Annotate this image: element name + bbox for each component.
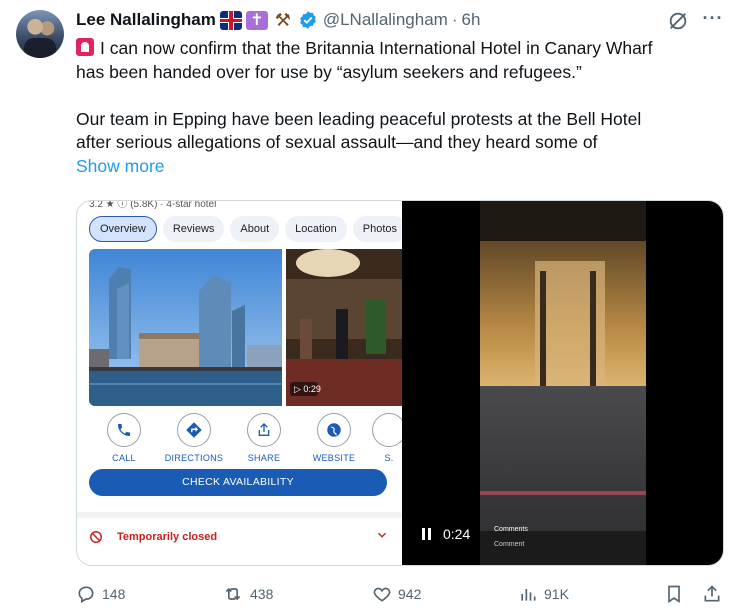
reply-icon <box>78 586 94 603</box>
video-frame: Comments Comment <box>480 201 646 565</box>
latin-cross-icon: ✝ <box>245 10 268 30</box>
tab-photos[interactable]: Photos <box>352 216 408 242</box>
tweet-line-1: I can now confirm that the Britannia Int… <box>100 38 653 58</box>
hotel-exterior-photo[interactable] <box>89 249 282 406</box>
video-elapsed-time: 0:24 <box>443 526 471 542</box>
bookmark-button[interactable] <box>664 580 690 608</box>
video-duration-label: ▷ 0:29 <box>294 384 321 394</box>
author-avatar[interactable] <box>16 10 64 58</box>
video-overlay-comments: Comments <box>494 526 528 533</box>
hotel-status-row[interactable]: Temporarily closed <box>89 525 389 549</box>
tweet-media[interactable]: 3.2 ★ ⓘ (5.8K) · 4-star hotel Overview R… <box>76 200 724 566</box>
card-divider <box>77 512 402 518</box>
tweet-action-bar: 148 438 942 91K <box>76 580 724 608</box>
grok-icon[interactable] <box>667 10 689 32</box>
globe-icon <box>317 413 351 447</box>
directions-label: DIRECTIONS <box>164 453 224 463</box>
like-button[interactable]: 942 <box>372 580 421 608</box>
like-count: 942 <box>398 586 422 602</box>
video-overlay-comment-input: Comment <box>494 541 525 548</box>
website-action[interactable]: WEBSITE <box>299 413 369 463</box>
reply-button[interactable]: 148 <box>76 580 125 608</box>
tab-reviews[interactable]: Reviews <box>162 216 225 242</box>
rotating-light-icon <box>76 38 94 56</box>
call-action[interactable]: CALL <box>89 413 159 463</box>
hotel-listing-screenshot[interactable]: 3.2 ★ ⓘ (5.8K) · 4-star hotel Overview R… <box>77 200 408 565</box>
separator-dot: · <box>451 10 458 29</box>
pause-icon[interactable] <box>422 528 431 540</box>
bookmark-icon <box>668 585 680 604</box>
reply-count: 148 <box>102 586 126 602</box>
show-more-link[interactable]: Show more <box>76 156 165 176</box>
directions-action[interactable]: DIRECTIONS <box>159 413 229 463</box>
save-icon <box>372 413 406 447</box>
view-count: 91K <box>544 586 569 602</box>
hotel-lobby-video-thumbnail[interactable]: ▷ 0:29 <box>286 249 402 406</box>
temporarily-closed-label: Temporarily closed <box>117 531 218 543</box>
tweet-line-2: has been handed over for use by “asylum … <box>76 61 582 82</box>
repost-count: 438 <box>250 586 274 602</box>
hotel-rating-line: 3.2 ★ ⓘ (5.8K) · 4-star hotel <box>89 200 217 210</box>
call-label: CALL <box>112 453 136 463</box>
share-icon <box>704 585 720 602</box>
share-action[interactable]: SHARE <box>229 413 299 463</box>
share-icon <box>247 413 281 447</box>
tab-about[interactable]: About <box>230 216 280 242</box>
directions-icon <box>177 413 211 447</box>
uk-flag-icon <box>219 10 242 30</box>
hotel-action-row: CALL DIRECTIONS SHARE WEBSITE S. <box>89 413 406 473</box>
website-label: WEBSITE <box>312 453 356 463</box>
views-icon <box>521 589 536 601</box>
share-label: SHARE <box>247 453 281 463</box>
protest-video[interactable]: Comments Comment 0:24 <box>402 201 723 565</box>
repost-button[interactable]: 438 <box>222 580 273 608</box>
author-name[interactable]: Lee Nallalingham <box>76 10 216 30</box>
tweet-timestamp[interactable]: 6h <box>462 10 481 30</box>
phone-icon <box>107 413 141 447</box>
tweet-line-3: Our team in Epping have been leading pea… <box>76 108 642 129</box>
verified-badge-icon[interactable] <box>298 10 318 30</box>
more-options-button[interactable]: ··· <box>700 8 726 30</box>
tweet-text: I can now confirm that the Britannia Int… <box>76 37 736 178</box>
hammer-and-pick-icon: ⚒ <box>274 9 291 30</box>
tab-overview[interactable]: Overview <box>89 216 157 242</box>
video-controls: 0:24 <box>422 526 470 542</box>
closed-icon <box>90 531 102 543</box>
chevron-down-icon <box>377 532 387 538</box>
author-handle[interactable]: @LNallalingham <box>323 10 448 30</box>
heart-icon <box>373 587 391 602</box>
hotel-tabs: Overview Reviews About Location Photos <box>89 216 408 242</box>
tweet-line-4: after serious allegations of sexual assa… <box>76 132 598 152</box>
tweet-header: Lee Nallalingham ✝ ⚒ @LNallalingham · 6h <box>76 9 480 31</box>
tab-location[interactable]: Location <box>285 216 347 242</box>
repost-icon <box>225 587 241 601</box>
share-tweet-button[interactable] <box>702 580 728 608</box>
check-availability-button[interactable]: CHECK AVAILABILITY <box>89 469 387 496</box>
views-button[interactable]: 91K <box>518 580 569 608</box>
